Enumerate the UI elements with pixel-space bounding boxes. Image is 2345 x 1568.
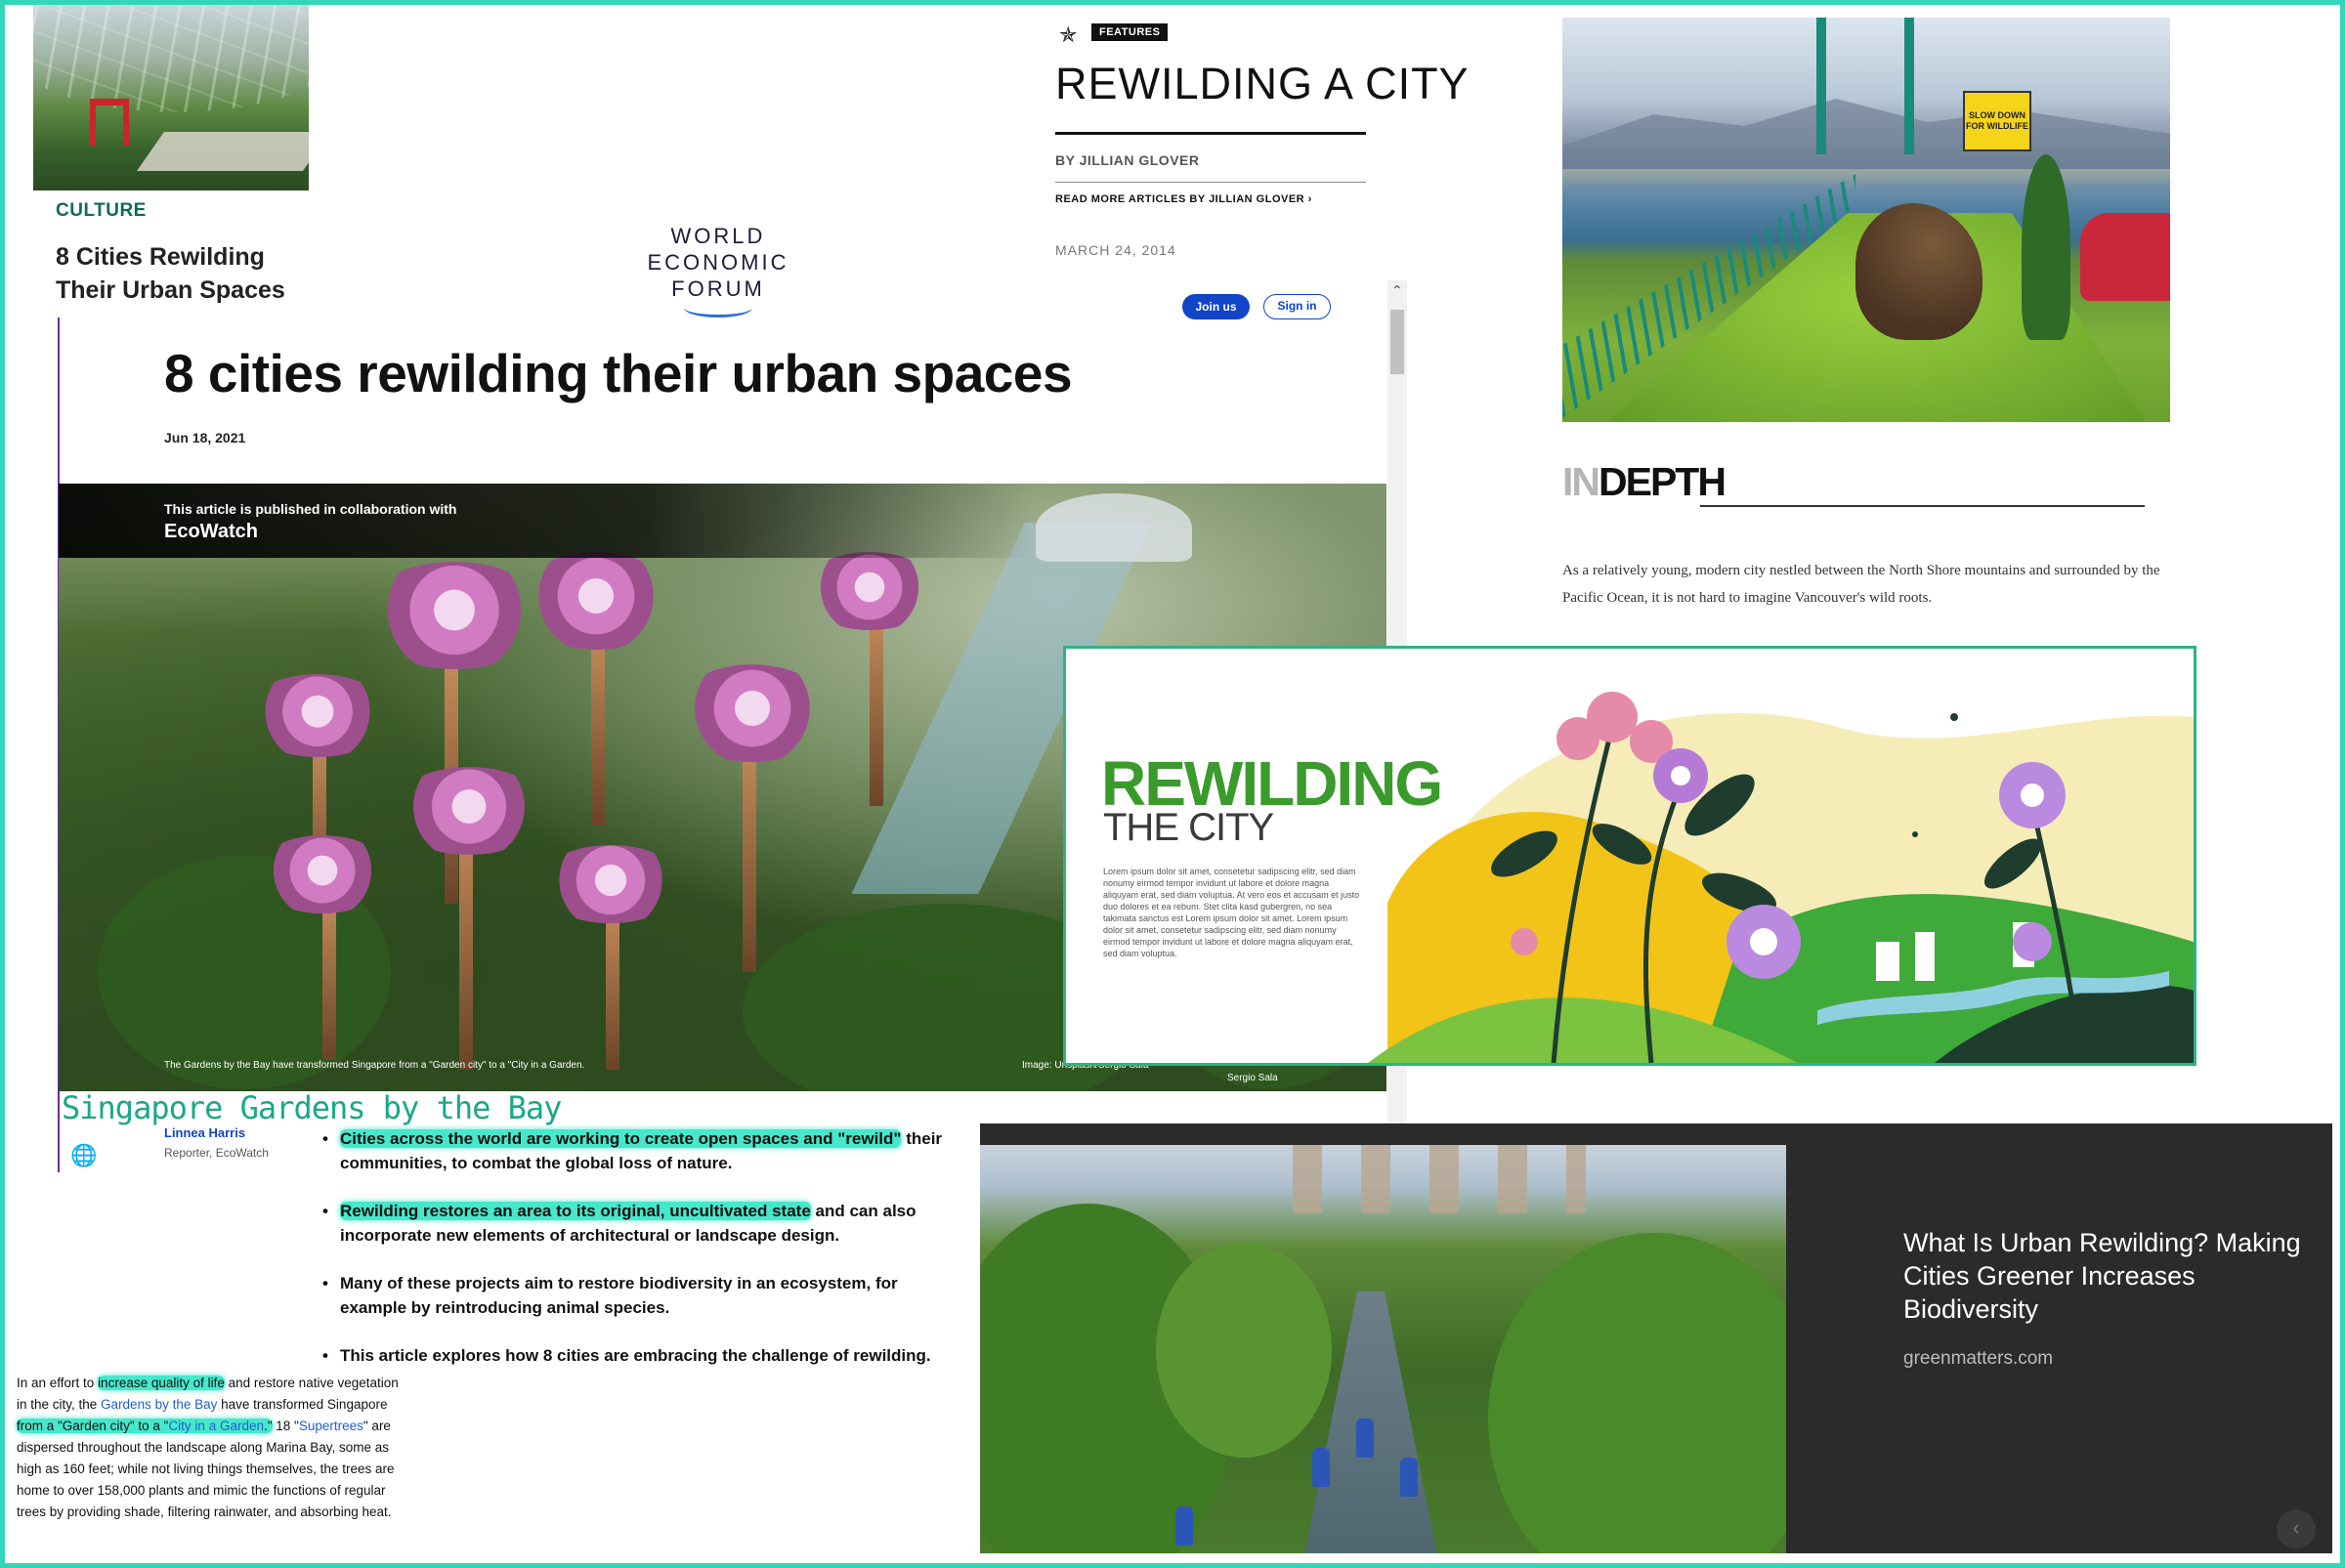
greenmatters-source: greenmatters.com xyxy=(1903,1348,2054,1369)
feature-byline: BY JILLIAN GLOVER xyxy=(1055,152,1200,168)
annotation-heading: Singapore Gardens by the Bay xyxy=(62,1089,562,1126)
wildlife-sign: SLOW DOWN FOR WILDLIFE xyxy=(1963,91,2031,151)
join-us-button[interactable]: Join us xyxy=(1182,294,1250,319)
indepth-heading: INDEPTH xyxy=(1562,459,1727,504)
list-item: Rewilding restores an area to its origin… xyxy=(322,1199,967,1248)
lorem-text: Lorem ipsum dolor sit amet, consetetur s… xyxy=(1103,867,1360,958)
greenmatters-title[interactable]: What Is Urban Rewilding? Making Cities G… xyxy=(1903,1226,2314,1326)
hero-credit-name: Sergio Sala xyxy=(1227,1073,1278,1083)
gardens-paragraph: In an effort to increase quality of life… xyxy=(17,1376,399,1519)
key-points-list: Cities across the world are working to c… xyxy=(322,1126,967,1391)
feature-rule-thin xyxy=(1055,182,1366,183)
list-item: Many of these projects aim to restore bi… xyxy=(322,1271,967,1320)
the-city-subtitle: THE CITY xyxy=(1103,806,1274,849)
wef-logo[interactable]: WORLD ECONOMIC FORUM xyxy=(640,223,796,318)
culture-card-title[interactable]: 8 Cities Rewilding Their Urban Spaces xyxy=(56,240,310,307)
chevron-left-icon[interactable]: ‹ xyxy=(2277,1509,2316,1548)
feature-rule xyxy=(1055,132,1366,135)
indepth-text: As a relatively young, modern city nestl… xyxy=(1562,563,2160,606)
list-item: This article explores how 8 cities are e… xyxy=(322,1343,967,1368)
star-icon: ✯ xyxy=(1059,22,1078,47)
supertrees-link[interactable]: Supertrees xyxy=(299,1419,363,1433)
features-badge[interactable]: FEATURES xyxy=(1091,23,1169,41)
globe-icon[interactable]: 🌐 xyxy=(70,1143,97,1168)
list-item: Cities across the world are working to c… xyxy=(322,1126,967,1175)
city-in-garden-link[interactable]: City in a Garden xyxy=(168,1419,264,1433)
culture-label: CULTURE xyxy=(56,200,147,221)
feature-title: REWILDING A CITY xyxy=(1055,59,1470,108)
gardens-link[interactable]: Gardens by the Bay xyxy=(101,1397,217,1412)
author-role: Reporter, EcoWatch xyxy=(164,1146,269,1160)
chevron-up-icon[interactable]: ⌃ xyxy=(1391,282,1403,299)
collab-partner[interactable]: EcoWatch xyxy=(164,521,258,543)
bear-bridge-photo: SLOW DOWN FOR WILDLIFE xyxy=(1562,18,2170,422)
hero-caption: The Gardens by the Bay have transformed … xyxy=(164,1060,585,1071)
flowers-illustration xyxy=(1368,692,2194,1063)
article-date: Jun 18, 2021 xyxy=(164,430,246,445)
more-articles-link[interactable]: READ MORE ARTICLES BY JILLIAN GLOVER › xyxy=(1055,193,1312,205)
greenhouse-photo[interactable] xyxy=(33,5,309,191)
article-title: 8 cities rewilding their urban spaces xyxy=(164,343,1073,403)
urban-stream-photo xyxy=(980,1145,1786,1553)
sign-in-button[interactable]: Sign in xyxy=(1263,294,1331,319)
collab-label: This article is published in collaborati… xyxy=(164,501,457,517)
indepth-rule xyxy=(1700,505,2145,507)
scrollbar-thumb[interactable] xyxy=(1390,310,1404,374)
feature-date: MARCH 24, 2014 xyxy=(1055,242,1176,258)
author-name[interactable]: Linnea Harris xyxy=(164,1125,245,1140)
